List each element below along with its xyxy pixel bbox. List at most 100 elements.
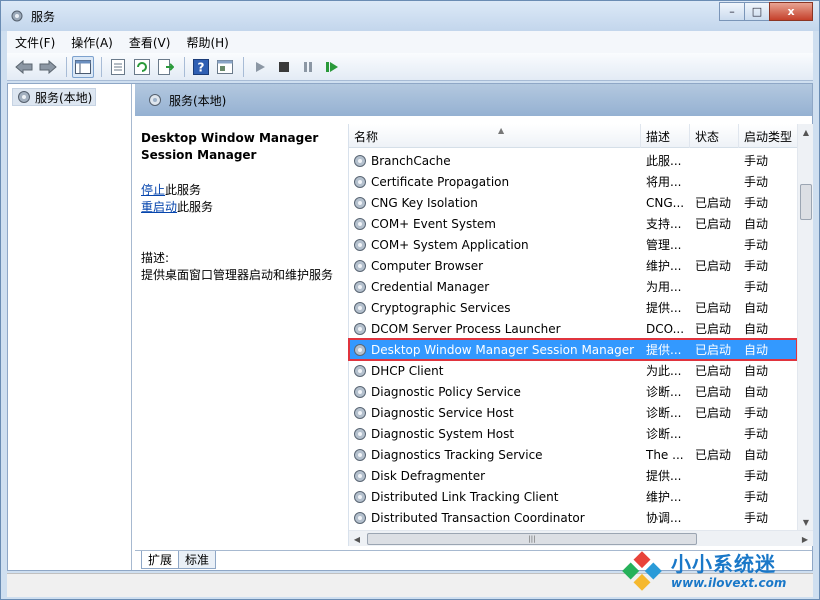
- service-name-cell: COM+ System Application: [349, 237, 641, 253]
- column-header-description[interactable]: 描述: [641, 124, 690, 148]
- scroll-down-icon[interactable]: ▼: [798, 514, 814, 530]
- back-button[interactable]: [13, 56, 35, 78]
- service-name-cell: BranchCache: [349, 153, 641, 169]
- service-row-selected[interactable]: Desktop Window Manager Session Manager 提供…: [348, 338, 798, 361]
- service-description-cell: 维护...: [646, 259, 682, 273]
- service-description-cell: 维护...: [646, 490, 682, 504]
- tab-standard[interactable]: 标准: [178, 551, 217, 569]
- service-description-cell: 此服...: [646, 154, 682, 168]
- services-list: 名称 ▲ 描述 状态 启动类型 BranchCache 此服... 手动 Certifi…: [348, 124, 813, 546]
- export-list-button[interactable]: [155, 56, 177, 78]
- service-status-cell: 已启动: [695, 301, 732, 315]
- service-status-cell: 已启动: [695, 406, 732, 420]
- scrollbar-thumb[interactable]: |||: [367, 533, 697, 545]
- service-startup-cell: 手动: [744, 259, 769, 273]
- service-startup-cell: 手动: [744, 280, 769, 294]
- view-button[interactable]: [214, 56, 236, 78]
- tree-item-services-local[interactable]: 服务(本地): [12, 88, 97, 106]
- service-status-cell: 已启动: [695, 448, 732, 462]
- restart-service-link[interactable]: 重启动: [141, 200, 177, 214]
- service-row[interactable]: DHCP Client 为此... 已启动 自动: [349, 360, 797, 381]
- refresh-button[interactable]: [131, 56, 153, 78]
- tab-extended[interactable]: 扩展: [141, 551, 180, 569]
- windows-logo-icon: [622, 551, 662, 591]
- service-name-cell: Cryptographic Services: [349, 300, 641, 316]
- menu-view[interactable]: 查看(V): [121, 34, 179, 51]
- service-row[interactable]: DCOM Server Process Launcher DCO... 已启动 自动: [349, 318, 797, 339]
- service-startup-cell: 手动: [744, 511, 769, 525]
- details-pane: 服务(本地) Desktop Window Manager Session Ma…: [135, 84, 813, 570]
- help-icon: ?: [193, 58, 209, 75]
- column-header-name[interactable]: 名称 ▲: [349, 124, 641, 148]
- stop-service-button[interactable]: [273, 56, 295, 78]
- service-name-cell: Credential Manager: [349, 279, 641, 295]
- menu-file[interactable]: 文件(F): [7, 34, 63, 51]
- menu-help[interactable]: 帮助(H): [178, 34, 236, 51]
- stop-service-link[interactable]: 停止: [141, 183, 165, 197]
- window-controls: – □ x: [719, 2, 813, 22]
- service-row[interactable]: Distributed Transaction Coordinator 协调...…: [349, 507, 797, 528]
- svg-text:?: ?: [198, 60, 205, 74]
- scrollbar-thumb[interactable]: [800, 184, 812, 220]
- refresh-icon: [134, 58, 150, 75]
- pause-service-button[interactable]: [297, 56, 319, 78]
- gear-icon: [354, 385, 366, 398]
- service-startup-cell: 自动: [744, 301, 769, 315]
- horizontal-scrollbar[interactable]: ◀ ||| ▶: [349, 530, 813, 546]
- title-bar[interactable]: 服务 – □ x: [1, 1, 819, 31]
- service-name: CNG Key Isolation: [371, 195, 478, 210]
- service-row[interactable]: Diagnostic Service Host 诊断... 已启动 手动: [349, 402, 797, 423]
- service-name: Computer Browser: [371, 258, 484, 273]
- gear-icon: [354, 196, 366, 209]
- restart-icon: [326, 61, 338, 72]
- service-startup-cell: 手动: [744, 490, 769, 504]
- service-description-cell: 为用...: [646, 280, 682, 294]
- service-row[interactable]: Disk Defragmenter 提供... 手动: [349, 465, 797, 486]
- console-tree-button[interactable]: [72, 55, 94, 78]
- close-button[interactable]: x: [769, 2, 813, 21]
- list-rows: BranchCache 此服... 手动 Certificate Propagatio…: [348, 150, 798, 528]
- service-row[interactable]: BranchCache 此服... 手动: [349, 150, 797, 171]
- service-row[interactable]: Credential Manager 为用... 手动: [349, 276, 797, 297]
- service-detail: Desktop Window Manager Session Manager 停…: [141, 130, 341, 284]
- pause-icon: [304, 61, 312, 72]
- watermark-url: www.ilovext.com: [671, 576, 787, 590]
- gear-icon: [354, 490, 366, 503]
- scroll-left-icon[interactable]: ◀: [349, 531, 365, 547]
- vertical-scrollbar[interactable]: ▲ ▼: [797, 124, 813, 530]
- service-row[interactable]: Certificate Propagation 将用... 手动: [349, 171, 797, 192]
- service-row[interactable]: COM+ Event System 支持... 已启动 自动: [349, 213, 797, 234]
- service-row[interactable]: Diagnostic Policy Service 诊断... 已启动 自动: [349, 381, 797, 402]
- service-row[interactable]: Diagnostics Tracking Service The ... 已启动 自动: [349, 444, 797, 465]
- service-row[interactable]: COM+ System Application 管理... 手动: [349, 234, 797, 255]
- service-startup-cell: 自动: [744, 343, 769, 357]
- column-header-startup-type[interactable]: 启动类型: [739, 124, 797, 148]
- start-service-button[interactable]: [249, 56, 271, 78]
- service-row[interactable]: Diagnostic System Host 诊断... 手动: [349, 423, 797, 444]
- service-row[interactable]: CNG Key Isolation CNG... 已启动 手动: [349, 192, 797, 213]
- minimize-button[interactable]: –: [719, 2, 745, 21]
- service-name: Credential Manager: [371, 279, 490, 294]
- service-status-cell: 已启动: [695, 259, 732, 273]
- restart-service-button[interactable]: [321, 56, 343, 78]
- service-status-cell: 已启动: [695, 385, 732, 399]
- service-status-cell: 已启动: [695, 322, 732, 336]
- service-description-cell: 提供...: [646, 469, 682, 483]
- scroll-up-icon[interactable]: ▲: [798, 124, 814, 140]
- service-name-cell: Disk Defragmenter: [349, 468, 641, 484]
- service-row[interactable]: Distributed Link Tracking Client 维护... 手动: [349, 486, 797, 507]
- service-description-cell: CNG...: [646, 195, 685, 210]
- watermark: 小小系统迷 www.ilovext.com: [619, 545, 809, 597]
- service-row[interactable]: Cryptographic Services 提供... 已启动 自动: [349, 297, 797, 318]
- help-button[interactable]: ?: [190, 56, 212, 78]
- properties-button[interactable]: [107, 56, 129, 78]
- arrow-right-icon: [39, 59, 57, 74]
- column-header-status[interactable]: 状态: [690, 124, 739, 148]
- description-text: 提供桌面窗口管理器启动和维护服务: [141, 268, 334, 282]
- service-description-cell: DCO...: [646, 321, 685, 336]
- forward-button[interactable]: [37, 56, 59, 78]
- service-row[interactable]: Computer Browser 维护... 已启动 手动: [349, 255, 797, 276]
- maximize-button[interactable]: □: [744, 2, 770, 21]
- menu-action[interactable]: 操作(A): [63, 34, 121, 51]
- stop-icon: [279, 61, 289, 72]
